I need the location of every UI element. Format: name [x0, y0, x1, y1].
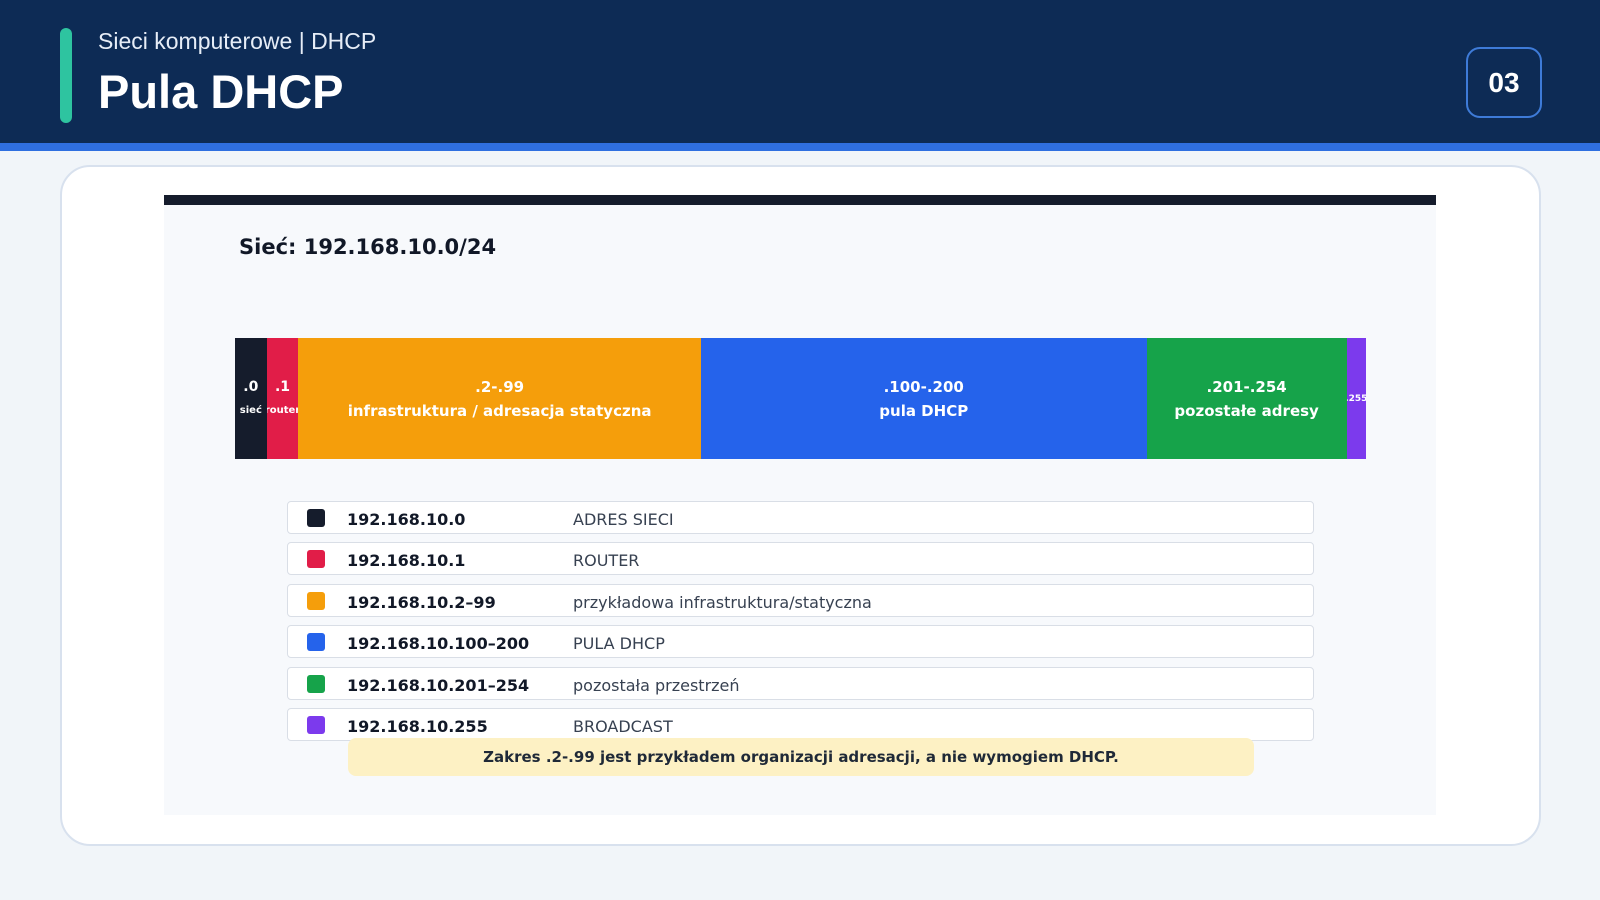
network-title: Sieć: 192.168.10.0/24: [239, 235, 497, 259]
legend-range: 192.168.10.2–99: [347, 592, 496, 612]
legend-range: 192.168.10.100–200: [347, 634, 530, 654]
segment-range: .100-.200: [883, 377, 964, 396]
segment-label: infrastruktura / adresacja statyczna: [347, 401, 652, 420]
segment-label: pula DHCP: [879, 401, 969, 420]
image-top-bar: [164, 195, 1436, 205]
diagram-image: Sieć: 192.168.10.0/24 .0 sieć .1 router .2-.…: [164, 195, 1436, 815]
header-stripe: [0, 143, 1600, 151]
segment-label: sieć: [239, 404, 262, 416]
legend-row: 192.168.10.201–254 pozostała przestrzeń: [287, 666, 1314, 700]
legend-swatch: [307, 674, 325, 693]
address-bar: .0 sieć .1 router .2-.99 infrastruktura / adr…: [235, 338, 1366, 459]
segment-range: .0: [243, 378, 259, 395]
legend-description: przykładowa infrastruktura/statyczna: [573, 592, 872, 612]
slide-subtitle: Sieci komputerowe | DHCP: [98, 28, 377, 54]
slide-number-badge: 03: [1466, 47, 1542, 118]
legend-range: 192.168.10.201–254: [347, 675, 530, 695]
legend-row: 192.168.10.255 BROADCAST: [287, 707, 1314, 741]
legend-description: pozostała przestrzeń: [573, 675, 740, 695]
legend-range: 192.168.10.0: [347, 510, 466, 529]
legend-swatch: [307, 633, 325, 652]
segment-label: router: [266, 404, 299, 416]
legend-description: PULA DHCP: [573, 634, 665, 654]
accent-bar: [60, 28, 72, 123]
note-box: Zakres .2-.99 jest przykładem organizacj…: [348, 738, 1254, 776]
legend-description: ADRES SIECI: [573, 510, 674, 529]
legend-range: 192.168.10.1: [347, 551, 466, 571]
legend-range: 192.168.10.255: [347, 716, 488, 736]
segment-range: .2-.99: [475, 377, 525, 396]
segment-range: .255: [1347, 393, 1366, 404]
legend-description: ROUTER: [573, 551, 640, 571]
legend-swatch: [307, 509, 325, 527]
bar-segment: .0 sieć: [235, 338, 267, 459]
legend-row: 192.168.10.2–99 przykładowa infrastruktur…: [287, 583, 1314, 617]
segment-label: pozostałe adresy: [1174, 401, 1319, 420]
legend-swatch: [307, 550, 325, 569]
bar-segment: .2-.99 infrastruktura / adresacja statycz…: [298, 338, 701, 459]
segment-range: .1: [274, 378, 291, 395]
bar-segment: .1 router: [266, 338, 299, 459]
legend-swatch: [307, 591, 325, 610]
legend-description: BROADCAST: [573, 716, 673, 736]
legend-swatch: [307, 715, 325, 734]
segment-range: .201-.254: [1206, 377, 1287, 396]
slide-title: Pula DHCP: [98, 65, 344, 118]
address-legend: 192.168.10.0 ADRES SIECI 192.168.10.1 ROUTE…: [287, 501, 1314, 749]
bar-segment: .255: [1346, 338, 1366, 459]
bar-segment: .201-.254 pozostałe adresy: [1146, 338, 1347, 459]
legend-row: 192.168.10.100–200 PULA DHCP: [287, 625, 1314, 659]
legend-row: 192.168.10.0 ADRES SIECI: [287, 501, 1314, 534]
legend-row: 192.168.10.1 ROUTER: [287, 542, 1314, 576]
bar-segment: .100-.200 pula DHCP: [700, 338, 1147, 459]
